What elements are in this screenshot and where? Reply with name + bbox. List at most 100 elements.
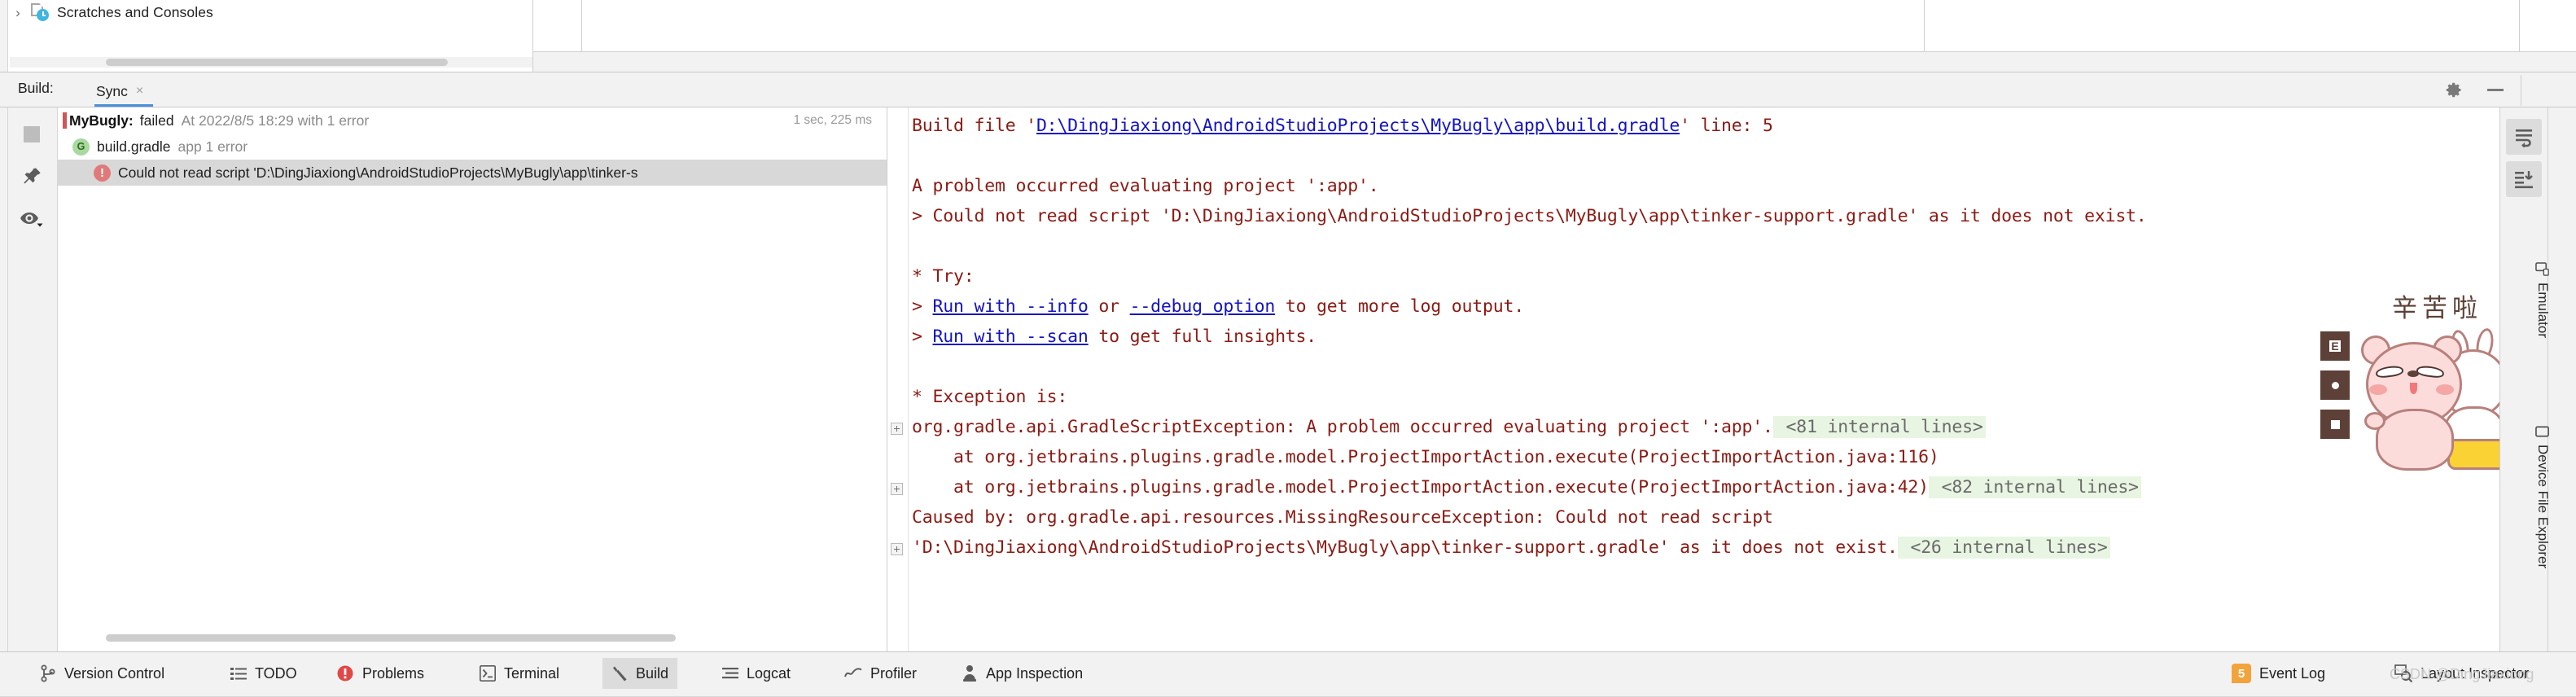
internal-lines-badge[interactable]: <26 internal lines> xyxy=(1897,537,2110,559)
tree-row-error[interactable]: ! Could not read script 'D:\DingJiaxiong… xyxy=(58,160,887,186)
right-tool-rail xyxy=(2548,107,2576,651)
scroll-to-end-icon xyxy=(2515,171,2533,189)
panel-divider xyxy=(1924,0,1925,52)
line-run-info: > Run with --info or --debug option to g… xyxy=(912,296,1524,317)
profiler-icon xyxy=(844,666,862,681)
line-caused-path: 'D:\DingJiaxiong\AndroidStudioProjects\M… xyxy=(912,537,2110,559)
bottom-bar-item-problems[interactable]: Problems xyxy=(327,658,433,689)
console-text: A problem occurred evaluating project ':… xyxy=(912,176,1379,196)
bottom-bar-item-app-inspection[interactable]: App Inspection xyxy=(953,658,1092,689)
gutter-divider xyxy=(7,0,8,72)
stop-button[interactable] xyxy=(18,121,46,148)
gradle-file-icon: G xyxy=(72,138,90,156)
rail-left-border xyxy=(7,107,8,651)
build-tree-panel[interactable]: MyBugly: failed At 2022/8/5 18:29 with 1… xyxy=(58,107,887,651)
bottom-bar-item-build[interactable]: Build xyxy=(602,658,678,689)
scroll-to-end-button[interactable] xyxy=(2506,161,2542,197)
bottom-bar-item-label: TODO xyxy=(255,664,297,682)
console-text: to get more log output. xyxy=(1275,296,1524,317)
event-log-badge: 5 xyxy=(2232,664,2251,683)
stop-icon xyxy=(24,126,40,142)
bottom-bar-item-label: Problems xyxy=(362,664,425,682)
line-caused-by: Caused by: org.gradle.api.resources.Miss… xyxy=(912,507,1773,528)
fold-toggle-icon[interactable] xyxy=(891,543,903,555)
console-text: * Try: xyxy=(912,266,975,287)
device-file-explorer-label: Device File Explorer xyxy=(2535,445,2551,569)
close-icon[interactable]: × xyxy=(136,84,143,99)
tree-item-scratches-and-consoles[interactable]: › Scratches and Consoles xyxy=(10,0,532,24)
chevron-right-icon[interactable]: › xyxy=(10,6,26,20)
tree-child-name: build.gradle xyxy=(97,138,171,155)
settings-button[interactable] xyxy=(2443,80,2464,99)
tree-row-build-gradle[interactable]: G build.gradle app 1 error xyxy=(58,134,887,160)
line-problem: A problem occurred evaluating project ':… xyxy=(912,176,1379,196)
problems-icon xyxy=(336,664,354,682)
error-icon: ! xyxy=(94,164,111,182)
bottom-bar-item-event-log[interactable]: 5 Event Log xyxy=(2223,658,2334,689)
project-tree-strip: › Scratches and Consoles xyxy=(0,0,2576,72)
sidebar-item-emulator[interactable]: Emulator xyxy=(2534,262,2551,338)
bottom-bar-item-version-control[interactable]: Version Control xyxy=(31,658,173,689)
panel-divider xyxy=(2519,0,2520,52)
build-toolwindow-header: Build: Sync × xyxy=(0,72,2576,107)
tree-root-name: MyBugly: xyxy=(69,112,134,129)
console-link[interactable]: Run with --scan xyxy=(933,327,1089,347)
line-could-not-read: > Could not read script 'D:\DingJiaxiong… xyxy=(912,206,2147,226)
tree-row-root[interactable]: MyBugly: failed At 2022/8/5 18:29 with 1… xyxy=(58,107,887,134)
soft-wrap-button[interactable] xyxy=(2506,119,2542,155)
filter-eye-button[interactable] xyxy=(18,205,46,233)
terminal-icon xyxy=(480,665,496,682)
tree-root-detail: At 2022/8/5 18:29 with 1 error xyxy=(181,112,370,129)
watermark: CSDN @DingJiaxiong xyxy=(2390,666,2534,682)
sidebar-item-device-file-explorer[interactable]: Device File Explorer xyxy=(2534,425,2551,568)
console-text: or xyxy=(1088,296,1130,317)
build-console[interactable]: Build file 'D:\DingJiaxiong\AndroidStudi… xyxy=(887,107,2499,651)
pin-icon xyxy=(24,168,41,184)
console-text: 'D:\DingJiaxiong\AndroidStudioProjects\M… xyxy=(912,537,1898,558)
console-link[interactable]: Run with --info xyxy=(933,296,1089,317)
bottom-bar-item-logcat[interactable]: Logcat xyxy=(713,658,800,689)
line-at-42: at org.jetbrains.plugins.gradle.model.Pr… xyxy=(912,476,2141,498)
bottom-bar-item-label: Profiler xyxy=(870,664,918,682)
bottom-bar-item-todo[interactable]: TODO xyxy=(221,658,306,689)
fold-toggle-icon[interactable] xyxy=(891,423,903,435)
console-link[interactable]: --debug option xyxy=(1130,296,1276,317)
android-studio-build-window: › Scratches and Consoles Build: Sync × M… xyxy=(0,0,2576,697)
tree-root-duration: 1 sec, 225 ms xyxy=(793,113,873,127)
bottom-bar-item-label: Event Log xyxy=(2259,664,2326,682)
pin-tab-button[interactable] xyxy=(18,163,46,191)
scratches-console-icon xyxy=(29,3,50,21)
project-tree-hscrollbar-thumb[interactable] xyxy=(106,59,448,66)
status-tool-bar: Version Control TODO Problems Terminal Build… xyxy=(0,651,2576,697)
bottom-bar-border xyxy=(0,651,2576,652)
line-gradle-script-exception: org.gradle.api.GradleScriptException: A … xyxy=(912,416,1986,438)
console-text: at org.jetbrains.plugins.gradle.model.Pr… xyxy=(912,447,1939,467)
scratches-label: Scratches and Consoles xyxy=(57,3,213,20)
internal-lines-badge[interactable]: <81 internal lines> xyxy=(1772,416,1986,438)
tab-sync[interactable]: Sync × xyxy=(96,77,143,107)
eye-with-dropdown-icon xyxy=(20,213,43,227)
line-build-file: Build file 'D:\DingJiaxiong\AndroidStudi… xyxy=(912,116,1773,136)
bottom-bar-item-terminal[interactable]: Terminal xyxy=(471,658,568,689)
minimize-button[interactable] xyxy=(2485,80,2506,99)
build-title: Build: xyxy=(18,80,54,96)
tab-sync-label: Sync xyxy=(96,83,128,99)
bottom-bar-item-label: Version Control xyxy=(64,664,165,682)
console-text: org.gradle.api.GradleScriptException: A … xyxy=(912,417,1773,437)
build-hammer-icon xyxy=(611,664,628,682)
gear-icon xyxy=(2446,82,2460,97)
bottom-bar-item-label: Build xyxy=(636,664,669,682)
bottom-bar-item-label: Terminal xyxy=(504,664,560,682)
line-exception-is: * Exception is: xyxy=(912,387,1067,407)
branch-icon xyxy=(40,664,56,682)
fold-toggle-icon[interactable] xyxy=(891,483,903,495)
internal-lines-badge[interactable]: <82 internal lines> xyxy=(1928,476,2141,498)
console-text: * Exception is: xyxy=(912,387,1068,407)
bottom-bar-item-profiler[interactable]: Profiler xyxy=(835,658,926,689)
tree-hscrollbar-thumb[interactable] xyxy=(106,634,676,642)
console-link[interactable]: D:\DingJiaxiong\AndroidStudioProjects\My… xyxy=(1036,116,1680,136)
soft-wrap-icon xyxy=(2516,129,2532,147)
console-gutter xyxy=(887,107,909,651)
console-text: ' line: 5 xyxy=(1680,116,1773,136)
console-text: to get full insights. xyxy=(1088,327,1317,347)
